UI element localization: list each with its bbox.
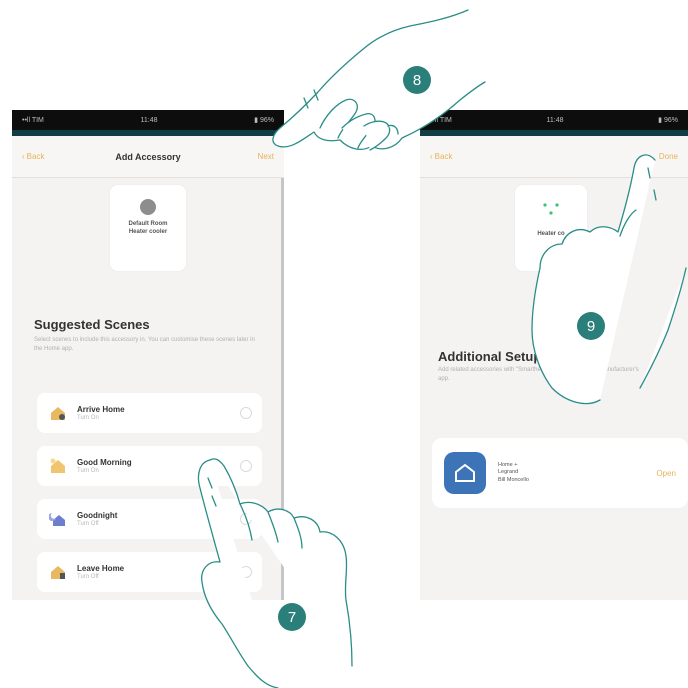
nav-title: Add Accessory [115,151,181,162]
done-button[interactable]: Done [659,152,678,161]
scene-name: Leave Home [77,564,125,573]
open-app-button[interactable]: Open [656,469,676,478]
scene-name: Good Morning [77,458,132,467]
app-detail: Bill Moncello [498,476,529,483]
step-badge-8: 8 [403,66,431,94]
scene-name: Arrive Home [77,405,125,414]
scene-select-radio[interactable] [240,460,252,472]
home-app-icon[interactable] [444,452,486,494]
add-accessory-screen: ••ll TIM 11:48 ▮ 96% ‹ Back Add Accessor… [12,110,284,600]
app-vendor: Legrand [498,469,519,476]
chevron-left-icon: ‹ [22,152,25,161]
section-description: Select scenes to include this accessory … [34,337,255,352]
back-button[interactable]: ‹ Back [430,152,452,161]
scene-select-radio[interactable] [240,566,252,578]
arrive-home-icon [51,407,65,420]
battery-label: ▮ 96% [658,117,678,124]
scene-action: Turn Off [77,574,99,580]
goodnight-icon [49,513,65,526]
next-button[interactable]: Next [258,152,274,161]
accessory-label: Heater co [537,231,565,237]
scene-action: Turn On [77,468,99,474]
back-label: Back [434,152,453,161]
step-badge-9: 9 [577,312,605,340]
accessory-tile: Heater co [515,185,587,271]
leave-home-icon [51,566,65,579]
scene-row-good-morning[interactable]: Good Morning Turn On [37,446,262,486]
scene-name: Goodnight [77,511,118,520]
back-button[interactable]: ‹ Back [22,152,44,161]
section-title: Additional Setup Required [438,349,602,364]
time-label: 11:48 [546,116,564,124]
scene-select-radio[interactable] [240,407,252,419]
heater-cooler-icon [140,199,156,215]
scene-row-goodnight[interactable]: Goodnight Turn Off [37,499,262,539]
nav-bar: ‹ Back Add Accessory Next [12,136,284,178]
scene-select-radio[interactable] [240,513,252,525]
good-morning-icon [50,458,65,473]
time-label: 11:48 [140,116,158,124]
scene-action: Turn On [77,415,99,421]
scene-row-leave-home[interactable]: Leave Home Turn Off [37,552,262,592]
section-description: Add related accessories with "Smarther" … [438,367,639,382]
scroll-indicator[interactable] [281,178,284,600]
nav-bar: ‹ Back Done [420,136,688,178]
house-glyph-icon [455,463,475,482]
accessory-label: Default Room Heater cooler [128,221,168,235]
chevron-left-icon: ‹ [430,152,433,161]
status-bar: ••ll TIM 11:48 ▮ 96% [420,110,688,130]
status-bar: ••ll TIM 11:48 ▮ 96% [12,110,284,130]
accessory-tile[interactable]: Default Room Heater cooler [110,185,186,271]
app-name: Home + [498,461,518,468]
battery-label: ▮ 96% [254,117,274,124]
section-title: Suggested Scenes [34,317,150,332]
carrier-label: ••ll TIM [22,116,44,124]
scene-action: Turn Off [77,521,99,527]
back-label: Back [26,152,45,161]
carrier-label: ••ll TIM [430,116,452,124]
scene-row-arrive-home[interactable]: Arrive Home Turn On [37,393,262,433]
additional-setup-screen: ••ll TIM 11:48 ▮ 96% ‹ Back Done Heater … [420,110,688,600]
step-badge-7: 7 [278,603,306,631]
app-card: Home + Legrand Bill Moncello Open [432,438,688,508]
heater-cooler-icon [543,203,559,215]
